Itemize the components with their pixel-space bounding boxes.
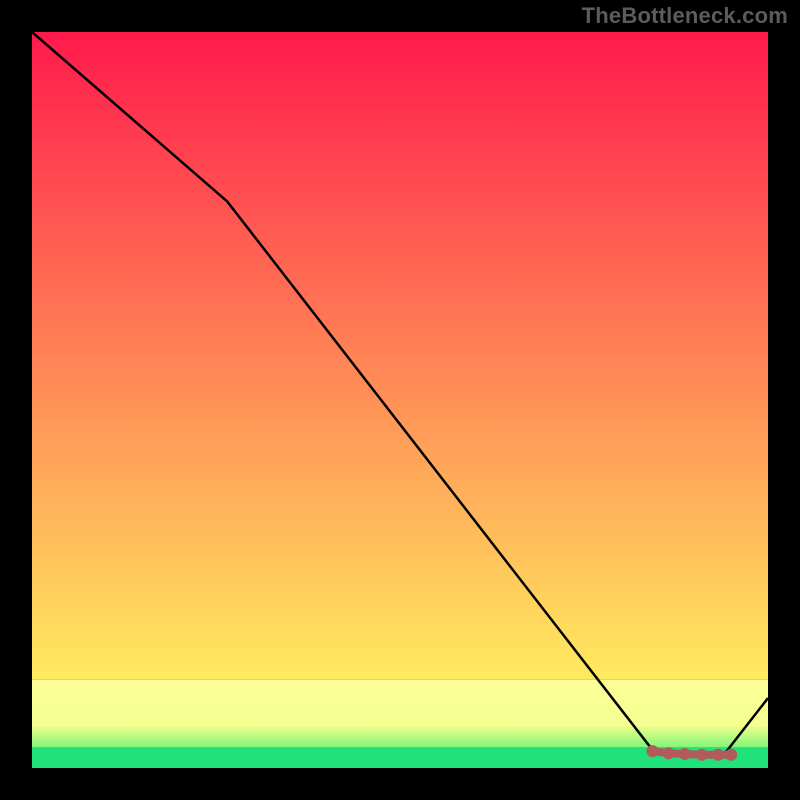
floor-marker-dot bbox=[663, 747, 675, 759]
band-pale-yellow bbox=[32, 680, 768, 728]
floor-marker-dot bbox=[712, 749, 724, 761]
floor-marker-dot bbox=[646, 745, 658, 757]
floor-marker-dot bbox=[696, 749, 708, 761]
attribution-label: TheBottleneck.com bbox=[582, 3, 788, 29]
bottleneck-chart bbox=[0, 0, 800, 800]
chart-stage: TheBottleneck.com bbox=[0, 0, 800, 800]
band-light-green bbox=[32, 728, 768, 748]
floor-marker-dot bbox=[725, 749, 737, 761]
floor-marker-dot bbox=[679, 748, 691, 760]
